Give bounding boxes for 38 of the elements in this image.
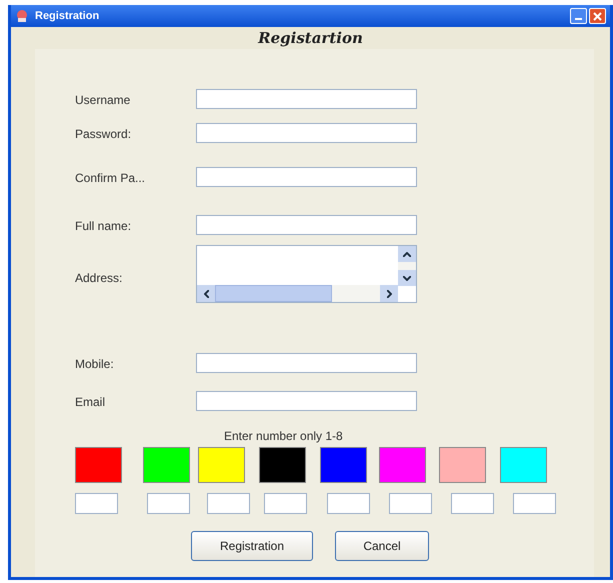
scroll-up-icon[interactable] — [398, 246, 416, 262]
minimize-icon — [575, 18, 582, 20]
text-field[interactable] — [196, 215, 417, 235]
text-field[interactable] — [196, 167, 417, 187]
horizontal-scrollbar[interactable] — [197, 285, 398, 302]
form-heading: Registartion — [256, 28, 364, 49]
scroll-left-icon[interactable] — [197, 285, 215, 302]
hint-text: Enter number only 1-8 — [224, 428, 344, 445]
field-label: Email — [75, 394, 106, 411]
close-icon — [593, 12, 602, 20]
number-field[interactable] — [147, 493, 190, 514]
field-label: Password: — [75, 126, 132, 143]
minimize-button[interactable] — [570, 8, 587, 24]
window-title: Registration — [35, 8, 100, 24]
text-field[interactable] — [196, 391, 417, 411]
number-field[interactable] — [389, 493, 432, 514]
field-label: Username — [75, 92, 132, 109]
text-field[interactable] — [196, 89, 417, 109]
field-label: Address: — [75, 270, 124, 287]
text-field[interactable] — [196, 353, 417, 373]
field-label: Confirm Pa... — [75, 170, 146, 187]
scroll-thumb[interactable] — [215, 285, 332, 302]
number-field[interactable] — [513, 493, 556, 514]
app-icon — [15, 9, 29, 23]
scroll-down-icon[interactable] — [398, 270, 416, 286]
field-label: Full name: — [75, 218, 132, 235]
number-field[interactable] — [264, 493, 307, 514]
text-field[interactable] — [196, 123, 417, 143]
number-field[interactable] — [327, 493, 370, 514]
close-button[interactable] — [589, 8, 606, 24]
field-label: Mobile: — [75, 356, 115, 373]
form-button[interactable]: Cancel — [335, 531, 429, 561]
number-field[interactable] — [207, 493, 250, 514]
number-field[interactable] — [75, 493, 118, 514]
number-field[interactable] — [451, 493, 494, 514]
form-button[interactable]: Registration — [191, 531, 313, 561]
scroll-right-icon[interactable] — [380, 285, 398, 302]
vertical-scrollbar[interactable] — [398, 246, 416, 286]
